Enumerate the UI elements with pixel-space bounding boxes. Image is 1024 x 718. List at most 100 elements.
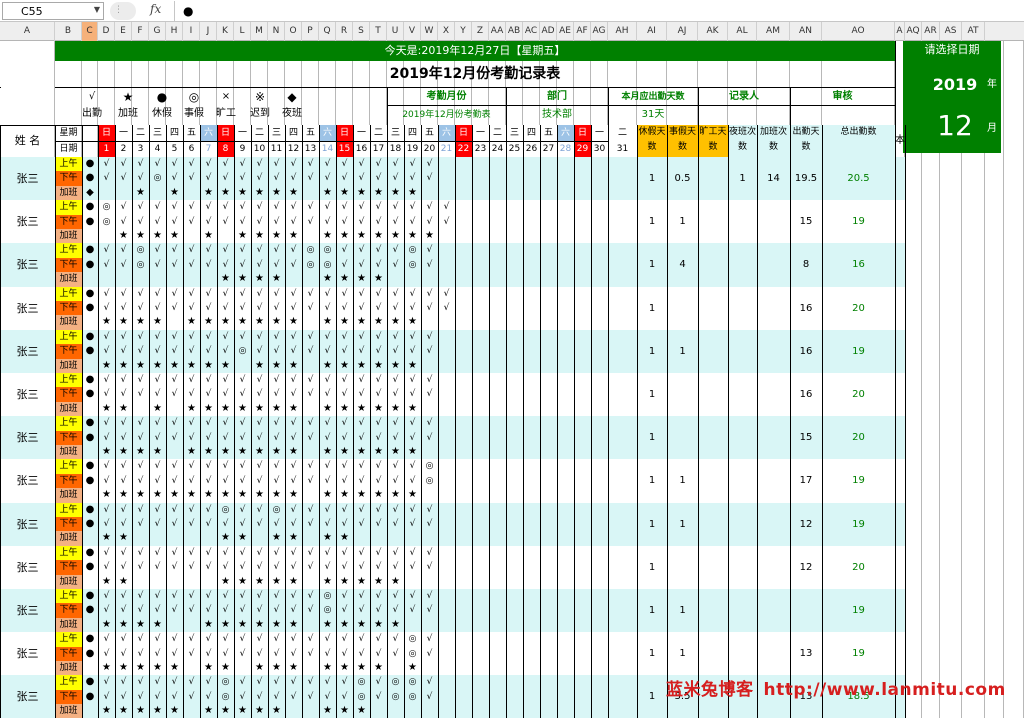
attendance-cell[interactable]: √ <box>421 200 438 215</box>
attendance-cell[interactable]: ● <box>82 344 98 359</box>
attendance-cell[interactable] <box>506 560 523 575</box>
attendance-cell[interactable] <box>455 185 472 201</box>
attendance-cell[interactable]: √ <box>302 560 319 575</box>
attendance-cell[interactable]: √ <box>404 373 421 388</box>
attendance-cell[interactable] <box>166 315 183 330</box>
attendance-cell[interactable] <box>353 531 370 546</box>
attendance-cell[interactable] <box>302 315 319 330</box>
attendance-cell[interactable] <box>183 704 200 718</box>
attendance-cell[interactable]: √ <box>302 459 319 474</box>
attendance-cell[interactable]: √ <box>421 560 438 575</box>
attendance-cell[interactable] <box>506 171 523 186</box>
attendance-cell[interactable] <box>591 502 608 517</box>
attendance-cell[interactable]: √ <box>285 243 302 258</box>
attendance-cell[interactable]: √ <box>370 675 387 690</box>
attendance-cell[interactable]: ★ <box>132 315 149 330</box>
attendance-cell[interactable]: ◎ <box>404 243 421 258</box>
attendance-cell[interactable] <box>557 157 574 172</box>
attendance-cell[interactable]: √ <box>404 502 421 517</box>
attendance-cell[interactable] <box>557 675 574 690</box>
attendance-cell[interactable]: √ <box>98 243 115 258</box>
attendance-cell[interactable]: √ <box>200 387 217 402</box>
attendance-cell[interactable]: √ <box>353 632 370 647</box>
function-icon[interactable]: fx <box>150 2 161 16</box>
attendance-cell[interactable] <box>608 689 637 705</box>
attendance-cell[interactable] <box>591 344 608 359</box>
attendance-cell[interactable] <box>455 488 472 503</box>
signature-cell[interactable] <box>895 373 905 417</box>
attendance-cell[interactable] <box>438 229 455 244</box>
signature-cell[interactable] <box>895 329 905 373</box>
attendance-cell[interactable]: ★ <box>234 401 251 417</box>
attendance-cell[interactable] <box>608 646 637 661</box>
attendance-cell[interactable]: √ <box>319 459 336 474</box>
attendance-cell[interactable]: ★ <box>217 358 234 373</box>
attendance-cell[interactable]: √ <box>319 416 336 431</box>
attendance-cell[interactable]: √ <box>166 675 183 690</box>
attendance-cell[interactable]: ● <box>82 646 98 661</box>
attendance-cell[interactable]: √ <box>217 560 234 575</box>
attendance-cell[interactable]: √ <box>217 200 234 215</box>
attendance-cell[interactable] <box>591 617 608 633</box>
attendance-cell[interactable] <box>506 344 523 359</box>
attendance-cell[interactable]: ● <box>82 689 98 705</box>
attendance-cell[interactable] <box>608 632 637 647</box>
attendance-cell[interactable]: √ <box>370 373 387 388</box>
attendance-cell[interactable] <box>540 560 557 575</box>
attendance-cell[interactable]: √ <box>421 301 438 316</box>
attendance-cell[interactable] <box>183 229 200 244</box>
attendance-cell[interactable]: √ <box>285 286 302 301</box>
attendance-cell[interactable]: √ <box>268 171 285 186</box>
column-header-w-22[interactable]: W <box>421 22 438 41</box>
attendance-cell[interactable]: √ <box>234 502 251 517</box>
attendance-cell[interactable] <box>438 358 455 373</box>
attendance-cell[interactable] <box>557 488 574 503</box>
attendance-cell[interactable]: ★ <box>200 315 217 330</box>
attendance-cell[interactable]: √ <box>336 459 353 474</box>
attendance-cell[interactable] <box>489 617 506 633</box>
attendance-cell[interactable] <box>438 531 455 546</box>
attendance-cell[interactable]: √ <box>268 286 285 301</box>
attendance-cell[interactable] <box>523 661 540 676</box>
attendance-cell[interactable]: √ <box>336 502 353 517</box>
attendance-cell[interactable]: √ <box>200 157 217 172</box>
attendance-cell[interactable]: ★ <box>115 315 132 330</box>
attendance-cell[interactable]: √ <box>285 430 302 445</box>
attendance-cell[interactable] <box>608 473 637 489</box>
attendance-cell[interactable]: ★ <box>149 661 166 676</box>
attendance-cell[interactable]: √ <box>336 373 353 388</box>
attendance-cell[interactable]: ★ <box>387 185 404 201</box>
attendance-cell[interactable]: √ <box>404 459 421 474</box>
attendance-cell[interactable] <box>166 617 183 633</box>
attendance-cell[interactable] <box>506 185 523 201</box>
attendance-cell[interactable] <box>472 171 489 186</box>
attendance-cell[interactable]: √ <box>115 646 132 661</box>
attendance-cell[interactable]: ★ <box>404 229 421 244</box>
attendance-cell[interactable] <box>540 329 557 345</box>
attendance-cell[interactable]: √ <box>166 286 183 301</box>
attendance-cell[interactable] <box>438 517 455 532</box>
attendance-cell[interactable] <box>455 171 472 186</box>
attendance-cell[interactable]: ★ <box>336 315 353 330</box>
attendance-cell[interactable]: ◎ <box>319 257 336 273</box>
attendance-cell[interactable]: √ <box>319 646 336 661</box>
attendance-cell[interactable]: √ <box>421 286 438 301</box>
attendance-cell[interactable]: √ <box>251 344 268 359</box>
attendance-cell[interactable] <box>574 603 591 618</box>
attendance-cell[interactable] <box>557 171 574 186</box>
attendance-cell[interactable]: √ <box>166 214 183 229</box>
attendance-cell[interactable] <box>557 315 574 330</box>
attendance-cell[interactable]: √ <box>268 387 285 402</box>
attendance-cell[interactable] <box>115 185 132 201</box>
attendance-cell[interactable]: √ <box>302 200 319 215</box>
attendance-cell[interactable] <box>370 531 387 546</box>
attendance-cell[interactable]: √ <box>217 344 234 359</box>
attendance-cell[interactable]: ★ <box>319 704 336 718</box>
attendance-cell[interactable]: √ <box>268 430 285 445</box>
attendance-cell[interactable]: ★ <box>217 661 234 676</box>
attendance-cell[interactable]: √ <box>387 416 404 431</box>
attendance-cell[interactable] <box>82 488 98 503</box>
attendance-cell[interactable] <box>591 229 608 244</box>
attendance-cell[interactable]: √ <box>251 214 268 229</box>
attendance-cell[interactable]: √ <box>166 459 183 474</box>
